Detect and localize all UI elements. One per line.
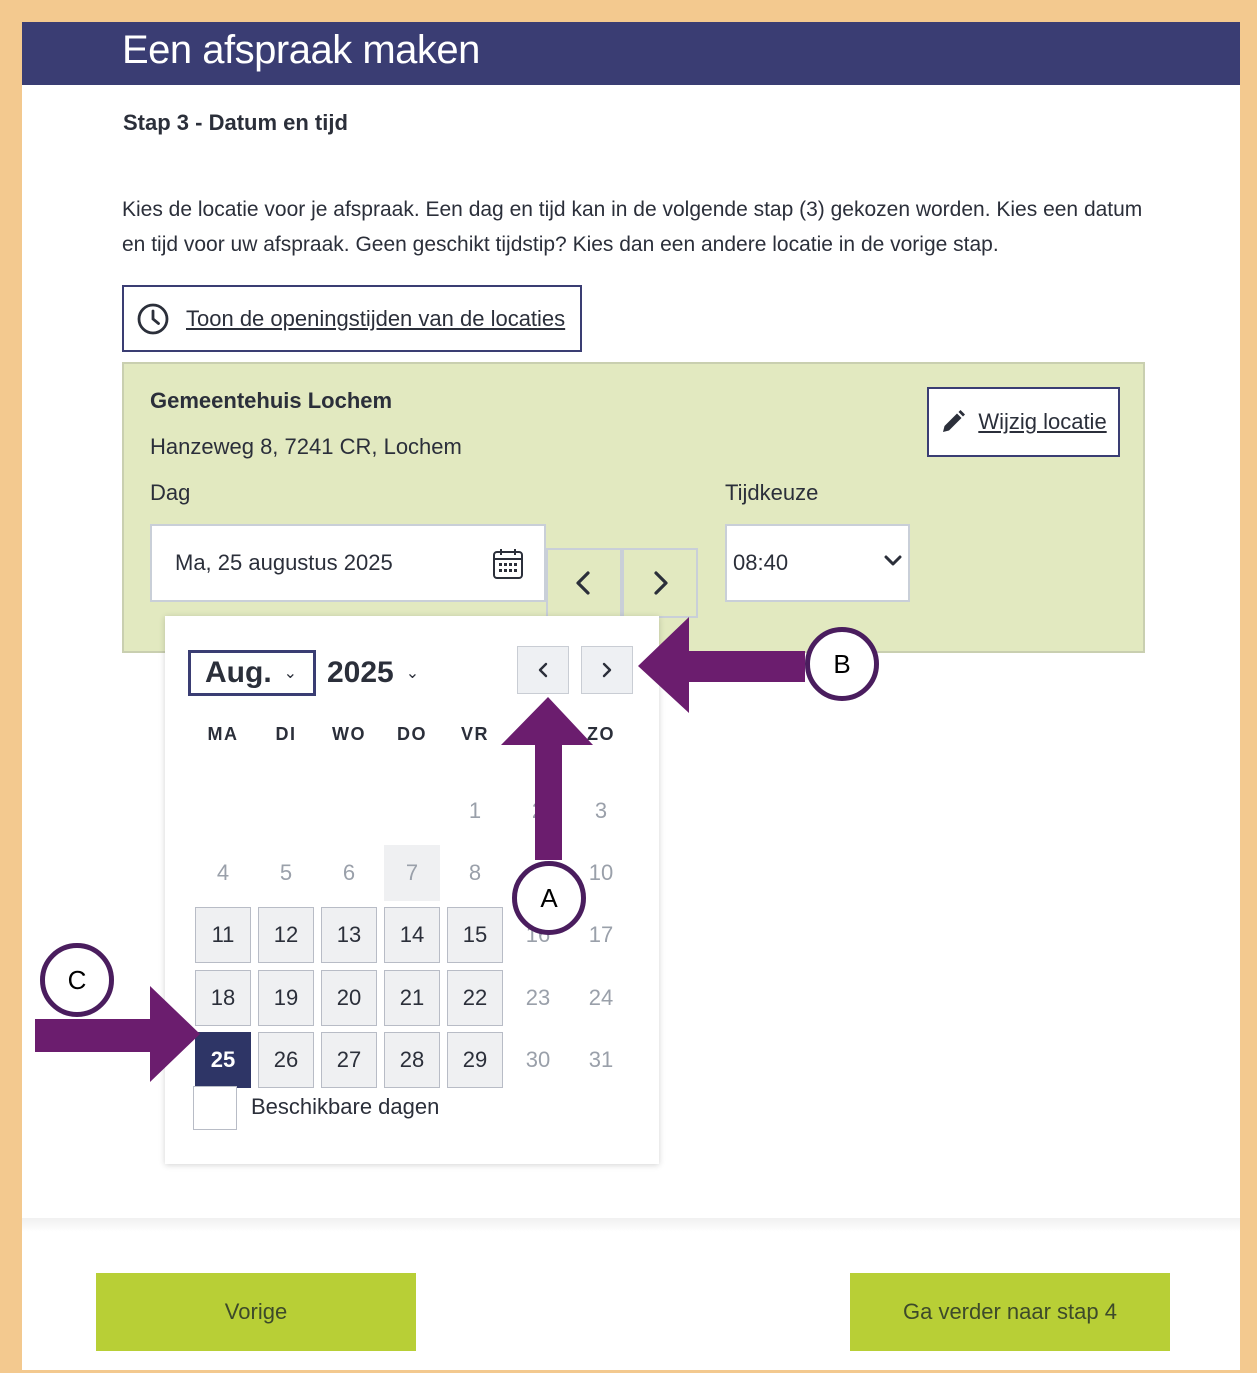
calendar-day-8: 8 (468, 860, 482, 885)
chevron-down-icon: ⌄ (283, 665, 298, 682)
year-select-value: 2025 (327, 656, 394, 689)
change-location-label: Wijzig locatie (978, 409, 1107, 434)
step-title: Stap 3 - Datum en tijd (123, 110, 348, 135)
date-input-value: Ma, 25 augustus 2025 (175, 550, 393, 575)
show-opening-hours-label: Toon de openingstijden van de locaties (186, 305, 566, 331)
day-label: Dag (150, 480, 191, 505)
time-label: Tijdkeuze (725, 480, 819, 505)
annotation-callout-a: A (512, 861, 586, 935)
calendar-day-5: 5 (279, 860, 293, 885)
show-opening-hours-button[interactable]: Toon de openingstijden van de locaties (122, 285, 582, 352)
month-select[interactable]: Aug. ⌄ (188, 650, 316, 696)
location-address: Hanzeweg 8, 7241 CR, Lochem (150, 434, 462, 459)
calendar-day-11[interactable]: 11 (195, 907, 251, 963)
page-frame: Een afspraak maken Stap 3 - Datum en tij… (22, 22, 1240, 1370)
previous-step-button[interactable]: Vorige (96, 1273, 416, 1351)
next-month-button[interactable] (581, 646, 633, 694)
calendar-day-4: 4 (216, 860, 230, 885)
calendar-day-7: 7 (384, 845, 440, 901)
pencil-icon (943, 410, 966, 432)
time-select[interactable]: 08:40 (725, 524, 910, 602)
weekday-vr: VR (460, 724, 489, 744)
calendar-day-6: 6 (342, 860, 356, 885)
chevron-left-icon (576, 571, 590, 595)
calendar-day-26[interactable]: 26 (258, 1032, 314, 1088)
footer-divider (22, 1218, 1240, 1232)
chevron-down-icon: ⌄ (405, 665, 420, 682)
weekday-wo: WO (332, 724, 366, 744)
chevron-right-icon (602, 662, 612, 678)
location-name: Gemeentehuis Lochem (150, 388, 393, 413)
calendar-day-3: 3 (594, 798, 608, 823)
available-days-legend: Beschikbare dagen (251, 1094, 440, 1119)
chevron-left-icon (538, 662, 548, 678)
year-select[interactable]: 2025 ⌄ (327, 650, 419, 696)
chevron-right-icon (654, 571, 668, 595)
month-select-value: Aug. (205, 656, 272, 689)
date-input[interactable]: Ma, 25 augustus 2025 (150, 524, 546, 602)
calendar-day-12[interactable]: 12 (258, 907, 314, 963)
previous-day-button[interactable] (546, 548, 622, 618)
weekday-di: DI (275, 724, 297, 744)
weekday-zo: ZO (587, 724, 615, 744)
calendar-day-23: 23 (525, 985, 551, 1010)
chevron-down-icon (884, 555, 902, 566)
time-select-value: 08:40 (733, 550, 789, 575)
calendar-icon[interactable] (492, 548, 524, 580)
calendar-day-21[interactable]: 21 (384, 970, 440, 1026)
calendar-day-22[interactable]: 22 (447, 970, 503, 1026)
calendar-day-13[interactable]: 13 (321, 907, 377, 963)
next-step-button[interactable]: Ga verder naar stap 4 (850, 1273, 1170, 1351)
intro-text: Kies de locatie voor je afspraak. Een da… (122, 198, 1143, 256)
calendar-day-15[interactable]: 15 (447, 907, 503, 963)
calendar-day-28[interactable]: 28 (384, 1032, 440, 1088)
previous-month-button[interactable] (517, 646, 569, 694)
calendar-day-29[interactable]: 29 (447, 1032, 503, 1088)
calendar-day-14[interactable]: 14 (384, 907, 440, 963)
calendar-day-27[interactable]: 27 (321, 1032, 377, 1088)
calendar-day-20[interactable]: 20 (321, 970, 377, 1026)
location-panel: Gemeentehuis Lochem Hanzeweg 8, 7241 CR,… (122, 362, 1145, 653)
page-header: Een afspraak maken (22, 22, 1240, 85)
calendar-day-19[interactable]: 19 (258, 970, 314, 1026)
calendar-day-2: 2 (531, 798, 545, 823)
calendar-day-18[interactable]: 18 (195, 970, 251, 1026)
weekday-ma: MA (207, 724, 239, 744)
available-days-swatch (193, 1086, 237, 1130)
page-title: Een afspraak maken (122, 28, 480, 72)
weekday-za: ZA (524, 724, 552, 744)
calendar-day-25[interactable]: 25 (195, 1032, 251, 1088)
calendar-day-1: 1 (468, 798, 482, 823)
clock-icon (137, 303, 169, 334)
annotation-callout-b: B (805, 627, 879, 701)
change-location-button[interactable]: Wijzig locatie (927, 387, 1120, 457)
weekday-do: DO (397, 724, 427, 744)
next-day-button[interactable] (622, 548, 698, 618)
calendar-day-30: 30 (525, 1047, 551, 1072)
annotation-callout-c: C (40, 943, 114, 1017)
calendar-day-24: 24 (588, 985, 614, 1010)
calendar-day-31: 31 (588, 1047, 614, 1072)
